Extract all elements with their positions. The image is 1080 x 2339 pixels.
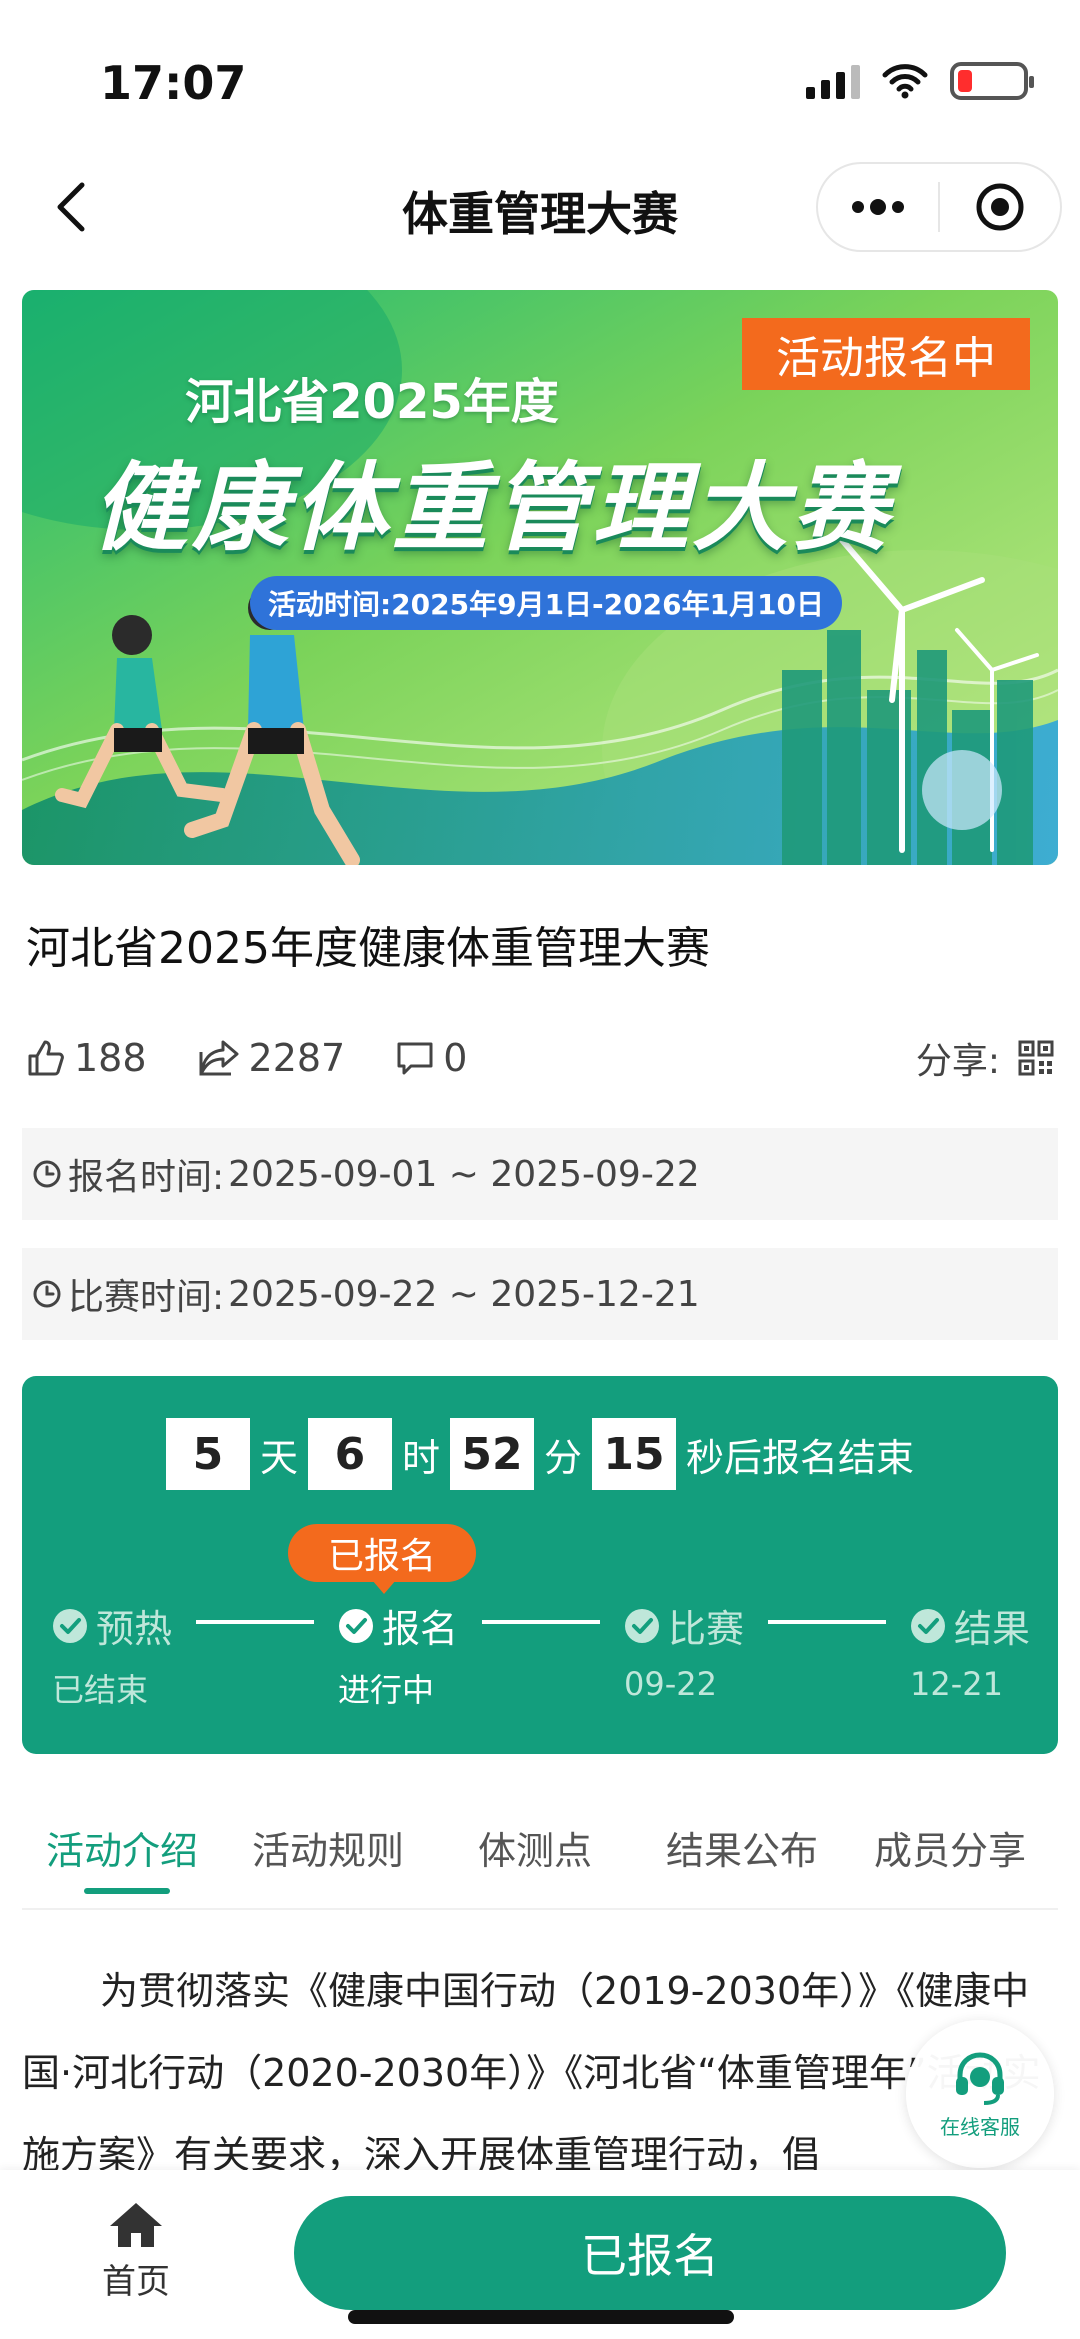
close-miniapp-button[interactable] — [940, 164, 1060, 250]
enrolled-badge: 已报名 — [288, 1524, 476, 1594]
countdown-card: 5 天 6 时 52 分 15 秒后报名结束 已报名 预热 已结束 报名 进行中… — [22, 1376, 1058, 1754]
more-button[interactable] — [818, 164, 938, 250]
signup-time-value: 2025-09-01 ~ 2025-09-22 — [228, 1153, 700, 1195]
step-status: 已结束 — [52, 1671, 149, 1709]
home-icon — [110, 2203, 162, 2247]
wifi-icon — [882, 64, 928, 99]
countdown-minutes-unit: 分 — [544, 1435, 583, 1480]
nav-bar: 体重管理大赛 — [0, 150, 1080, 270]
share-forward-icon — [199, 1040, 239, 1076]
record-target-icon — [976, 183, 1024, 231]
tab-test-points[interactable]: 体测点 — [478, 1820, 592, 1875]
stats-row: 188 2287 0 分享: — [26, 1030, 1054, 1086]
step-label: 报名 — [382, 1607, 459, 1651]
thumbs-up-icon — [28, 1040, 64, 1076]
home-label: 首页 — [102, 2262, 170, 2302]
check-circle-icon — [53, 1608, 87, 1643]
match-time-row: 比赛时间: 2025-09-22 ~ 2025-12-21 — [22, 1248, 1058, 1340]
check-circle-icon — [339, 1608, 373, 1643]
home-tab[interactable]: 首页 — [96, 2200, 176, 2303]
tab-results[interactable]: 结果公布 — [666, 1820, 818, 1875]
event-banner[interactable]: 活动报名中 河北省2025年度 健康体重管理大赛 活动时间:2025年9月1日-… — [22, 290, 1058, 865]
countdown-tail: 秒后报名结束 — [686, 1435, 915, 1480]
check-circle-icon — [625, 1608, 659, 1643]
online-service-button[interactable]: 在线客服 — [906, 2020, 1054, 2168]
like-button[interactable]: 188 — [26, 1036, 147, 1080]
step-label: 预热 — [96, 1607, 173, 1651]
step-warmup: 预热 已结束 — [52, 1598, 232, 1711]
share-qr[interactable]: 分享: — [916, 1030, 1054, 1086]
banner-subtitle: 河北省2025年度 — [185, 374, 559, 430]
banner-title: 健康体重管理大赛 — [92, 452, 892, 564]
content-tabs: 活动介绍 活动规则 体测点 结果公布 成员分享 — [22, 1800, 1058, 1910]
countdown-hours-unit: 时 — [401, 1435, 440, 1480]
miniapp-capsule — [816, 162, 1062, 252]
countdown-minutes: 52 — [450, 1418, 534, 1490]
like-count: 188 — [74, 1036, 147, 1080]
step-match: 比赛 09-22 — [624, 1598, 804, 1703]
registration-status-badge: 活动报名中 — [742, 318, 1030, 390]
headset-icon — [956, 2051, 1004, 2105]
step-status: 12-21 — [910, 1665, 1003, 1703]
progress-steps: 预热 已结束 报名 进行中 比赛 09-22 结果 12-21 — [22, 1598, 1058, 1718]
battery-icon — [950, 62, 1034, 100]
cellular-signal-icon — [806, 63, 860, 99]
status-icons — [806, 62, 1034, 100]
bottom-bar: 首页 已报名 — [0, 2170, 1080, 2339]
home-indicator — [348, 2310, 734, 2324]
step-label: 结果 — [954, 1607, 1031, 1651]
check-circle-icon — [911, 1608, 945, 1643]
qr-code-icon — [1018, 1040, 1054, 1076]
clock-icon — [33, 1160, 61, 1188]
intro-text: 为贯彻落实《健康中国行动（2019-2030年）》《健康中国·河北行动（2020… — [22, 1969, 1041, 2177]
countdown-seconds: 15 — [592, 1418, 677, 1490]
forward-button[interactable]: 2287 — [197, 1036, 346, 1080]
match-time-label: 比赛时间: — [68, 1277, 225, 1318]
tab-intro[interactable]: 活动介绍 — [46, 1820, 198, 1875]
share-label: 分享: — [915, 1041, 1000, 1082]
countdown-hours: 6 — [307, 1418, 392, 1490]
online-service-label: 在线客服 — [940, 2114, 1020, 2139]
step-result: 结果 12-21 — [910, 1598, 1080, 1703]
comment-button[interactable]: 0 — [395, 1036, 467, 1080]
signup-time-row: 报名时间: 2025-09-01 ~ 2025-09-22 — [22, 1128, 1058, 1220]
step-status: 进行中 — [338, 1671, 435, 1709]
step-signup: 报名 进行中 — [338, 1598, 518, 1711]
share-count: 2287 — [248, 1036, 346, 1080]
countdown-days: 5 — [165, 1418, 250, 1490]
tab-active-indicator — [84, 1888, 170, 1894]
step-status: 09-22 — [624, 1665, 717, 1703]
status-time: 17:07 — [100, 56, 247, 110]
signup-time-label: 报名时间: — [68, 1157, 225, 1198]
status-bar: 17:07 — [0, 0, 1080, 150]
event-title: 河北省2025年度健康体重管理大赛 — [26, 923, 710, 974]
match-time-value: 2025-09-22 ~ 2025-12-21 — [228, 1273, 700, 1315]
step-label: 比赛 — [668, 1607, 745, 1651]
tab-rules[interactable]: 活动规则 — [252, 1820, 404, 1875]
tab-member-share[interactable]: 成员分享 — [874, 1820, 1026, 1875]
comment-icon — [397, 1042, 433, 1075]
countdown-days-unit: 天 — [259, 1435, 298, 1480]
countdown: 5 天 6 时 52 分 15 秒后报名结束 — [22, 1418, 1058, 1490]
clock-icon — [33, 1280, 61, 1308]
comment-count: 0 — [443, 1036, 468, 1080]
banner-date-pill: 活动时间:2025年9月1日-2026年1月10日 — [250, 576, 842, 630]
enrolled-button[interactable]: 已报名 — [294, 2196, 1006, 2310]
more-dots-icon — [852, 199, 904, 215]
